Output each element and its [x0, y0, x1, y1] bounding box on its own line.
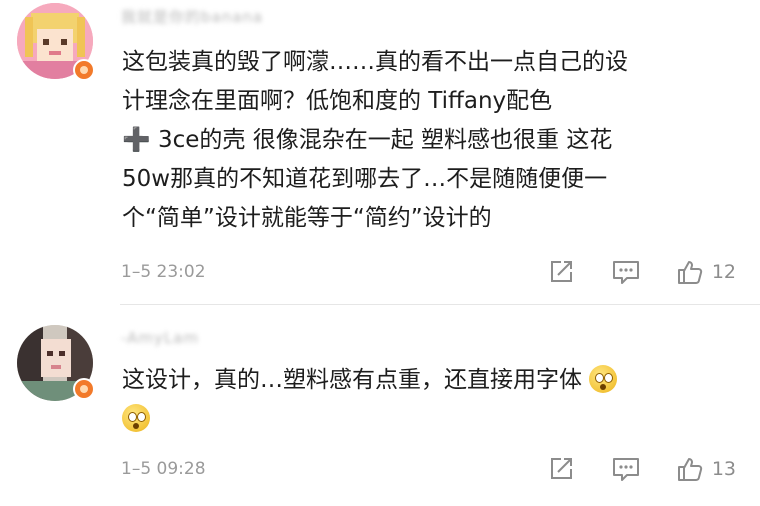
flushed-face-emoji-icon — [122, 404, 150, 432]
timestamp: 1–5 23:02 — [121, 262, 206, 282]
comment-line: 这包装真的毁了啊濛……真的看不出一点自己的设 — [122, 49, 628, 75]
comment-item: 我就是你的banana 这包装真的毁了啊濛……真的看不出一点自己的设 计理念在里… — [0, 0, 760, 305]
share-icon — [550, 458, 572, 479]
comment-text: 这设计，真的…塑料感有点重，还直接用字体 — [122, 361, 737, 439]
comment-icon — [612, 458, 639, 481]
verified-badge-icon — [73, 378, 95, 400]
thumbs-up-icon — [677, 458, 702, 481]
comment-divider — [120, 304, 760, 305]
comment-actions: 12 — [548, 258, 736, 286]
username[interactable]: -AmyLam — [121, 329, 199, 349]
plus-emoji-icon: ➕ — [122, 127, 151, 153]
like-button[interactable]: 13 — [676, 455, 736, 483]
share-icon — [550, 261, 572, 282]
comment-line: 计理念在里面啊？低饱和度的 Tiffany配色 — [122, 88, 553, 114]
comment-item: -AmyLam 这设计，真的…塑料感有点重，还直接用字体 1–5 09:28 1… — [0, 306, 760, 506]
comment-line: 50w那真的不知道花到哪去了…不是随随便便一 — [122, 166, 608, 192]
comment-line: ➕ 3ce的壳 很像混杂在一起 塑料感也很重 这花 — [122, 121, 737, 160]
comment-line: 个“简单”设计就能等于“简约”设计的 — [122, 205, 492, 231]
like-count: 13 — [711, 458, 736, 480]
like-count: 12 — [711, 261, 736, 283]
comment-line: 这设计，真的…塑料感有点重，还直接用字体 — [122, 361, 737, 400]
comment-line-text: 3ce的壳 很像混杂在一起 塑料感也很重 这花 — [157, 127, 613, 153]
thumbs-up-icon — [677, 261, 702, 284]
like-button[interactable]: 12 — [676, 258, 736, 286]
reply-button[interactable] — [612, 456, 640, 482]
reply-button[interactable] — [612, 259, 640, 285]
verified-badge-icon — [73, 59, 95, 81]
comment-line — [122, 400, 737, 439]
username[interactable]: 我就是你的banana — [121, 6, 263, 26]
timestamp: 1–5 09:28 — [121, 459, 206, 479]
share-button[interactable] — [548, 456, 574, 482]
share-button[interactable] — [548, 259, 574, 285]
comment-line-text: 这设计，真的…塑料感有点重，还直接用字体 — [122, 367, 582, 393]
flushed-face-emoji-icon — [589, 365, 618, 393]
comment-icon — [612, 261, 639, 284]
comment-text: 这包装真的毁了啊濛……真的看不出一点自己的设 计理念在里面啊？低饱和度的 Tif… — [122, 43, 737, 238]
comment-actions: 13 — [548, 455, 736, 483]
